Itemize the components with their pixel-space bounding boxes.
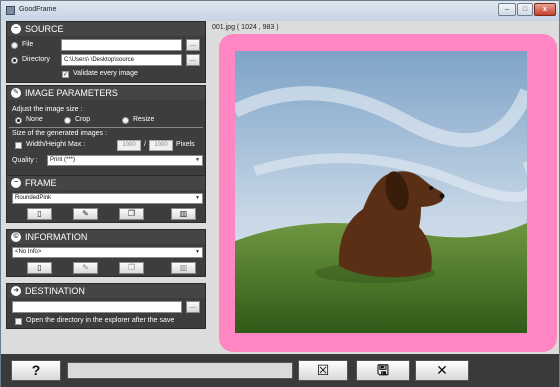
delete-frame-button[interactable]: ▥ [171, 208, 196, 220]
information-panel: © INFORMATION <No Info> ▼ ▯ ✎ ❐ ▥ [6, 229, 206, 277]
file-label: File [22, 41, 34, 48]
information-title: INFORMATION [25, 232, 88, 242]
information-select[interactable]: <No Info> ▼ [12, 247, 203, 258]
adjust-size-label: Adjust the image size : [12, 106, 83, 113]
directory-label: Directory [22, 56, 51, 63]
open-directory-label: Open the directory in the explorer after… [26, 317, 175, 324]
height-max-input[interactable]: 1000 [149, 140, 173, 151]
close-x-icon: ✕ [436, 362, 448, 378]
frame-value: RoundedPink [15, 195, 52, 201]
dropdown-arrow-icon: ▼ [195, 157, 200, 163]
close-button[interactable]: ✕ [415, 360, 469, 381]
validate-label: Validate every image [73, 70, 138, 77]
save-cancel-icon: ☒ [316, 362, 330, 378]
destination-browse-button[interactable]: ... [186, 301, 200, 313]
none-radio[interactable] [15, 117, 22, 124]
new-document-icon: ▯ [37, 263, 42, 272]
directory-browse-button[interactable]: ... [186, 54, 200, 66]
dropdown-arrow-icon: ▼ [195, 195, 200, 201]
source-panel: − SOURCE File ... Directory C:\Users\ \D… [6, 21, 206, 83]
width-height-max-checkbox[interactable] [15, 142, 22, 149]
copy-frame-button[interactable]: ❐ [119, 208, 144, 220]
edit-icon: ✎ [82, 209, 89, 218]
maximize-button[interactable]: □ [517, 3, 533, 16]
crop-radio[interactable] [64, 117, 71, 124]
dog-on-grass-image [235, 51, 527, 333]
collapse-icon[interactable]: − [11, 24, 21, 34]
copy-icon: ❐ [127, 263, 136, 272]
open-directory-checkbox[interactable] [15, 318, 22, 325]
resize-radio[interactable] [122, 117, 129, 124]
file-path-input[interactable] [61, 39, 182, 51]
destination-title: DESTINATION [25, 286, 85, 296]
close-window-button[interactable]: x [534, 3, 556, 16]
none-label: None [26, 116, 43, 123]
directory-radio[interactable] [11, 57, 18, 64]
copy-info-button[interactable]: ❐ [119, 262, 144, 274]
preview-photo [235, 51, 527, 333]
quality-value: Print (***) [50, 157, 76, 163]
destination-path-input[interactable] [12, 301, 182, 313]
quality-label: Quality : [12, 157, 38, 164]
image-parameters-title: IMAGE PARAMETERS [25, 88, 118, 98]
destination-header: ➜ DESTINATION [7, 284, 205, 298]
file-browse-button[interactable]: ... [186, 39, 200, 51]
copyright-icon[interactable]: © [11, 232, 21, 242]
trash-icon: ▥ [179, 263, 188, 272]
size-generated-label: Size of the generated images : [12, 130, 107, 137]
width-max-input[interactable]: 1000 [117, 140, 141, 151]
frame-header: − FRAME [7, 176, 205, 190]
frame-title: FRAME [25, 178, 57, 188]
source-title: SOURCE [25, 24, 64, 34]
dropdown-arrow-icon: ▼ [195, 249, 200, 255]
preview-area: 001.jpg ( 1024 , 983 ) [211, 21, 557, 354]
title-bar: GoodFrame – □ x [1, 1, 559, 21]
dimension-separator: / [144, 141, 146, 148]
frame-select[interactable]: RoundedPink ▼ [12, 193, 203, 204]
pixels-label: Pixels [176, 141, 195, 148]
directory-path-input[interactable]: C:\Users\ \Desktop\source [61, 54, 182, 66]
frame-panel: − FRAME RoundedPink ▼ ▯ ✎ ❐ ▥ [6, 175, 206, 223]
image-parameters-header: ✎ IMAGE PARAMETERS [7, 86, 205, 100]
width-height-max-label: Width/Height Max : [26, 141, 86, 148]
new-document-icon: ▯ [37, 209, 42, 218]
help-button[interactable]: ? [11, 360, 61, 381]
app-icon [6, 6, 15, 15]
wrench-icon[interactable]: ✎ [11, 88, 21, 98]
arrow-right-icon[interactable]: ➜ [11, 286, 21, 296]
crop-label: Crop [75, 116, 91, 123]
destination-panel: ➜ DESTINATION ... Open the directory in … [6, 283, 206, 329]
copy-icon: ❐ [127, 209, 136, 218]
save-button[interactable]: 🖫 [356, 360, 410, 381]
edit-frame-button[interactable]: ✎ [73, 208, 98, 220]
new-info-button[interactable]: ▯ [27, 262, 52, 274]
floppy-disk-icon: 🖫 [377, 362, 389, 378]
trash-icon: ▥ [179, 209, 188, 218]
source-header: − SOURCE [7, 22, 205, 36]
delete-info-button[interactable]: ▥ [171, 262, 196, 274]
app-window: GoodFrame – □ x − SOURCE File ... Direct… [0, 0, 560, 387]
file-radio[interactable] [11, 42, 18, 49]
preview-filename: 001.jpg ( 1024 , 983 ) [212, 24, 279, 31]
divider [9, 127, 203, 128]
progress-bar [67, 362, 293, 379]
window-title: GoodFrame [19, 6, 57, 13]
quality-select[interactable]: Print (***) ▼ [47, 155, 203, 166]
pink-frame [219, 34, 557, 352]
new-frame-button[interactable]: ▯ [27, 208, 52, 220]
information-value: <No Info> [15, 249, 42, 255]
collapse-icon[interactable]: − [11, 178, 21, 188]
edit-icon: ✎ [82, 263, 89, 272]
information-header: © INFORMATION [7, 230, 205, 244]
bottom-toolbar: ? ☒ 🖫 ✕ [1, 354, 559, 387]
edit-info-button[interactable]: ✎ [73, 262, 98, 274]
validate-checkbox[interactable]: ✓ [62, 71, 69, 78]
minimize-button[interactable]: – [498, 3, 516, 16]
cancel-save-button[interactable]: ☒ [298, 360, 348, 381]
resize-label: Resize [133, 116, 155, 123]
